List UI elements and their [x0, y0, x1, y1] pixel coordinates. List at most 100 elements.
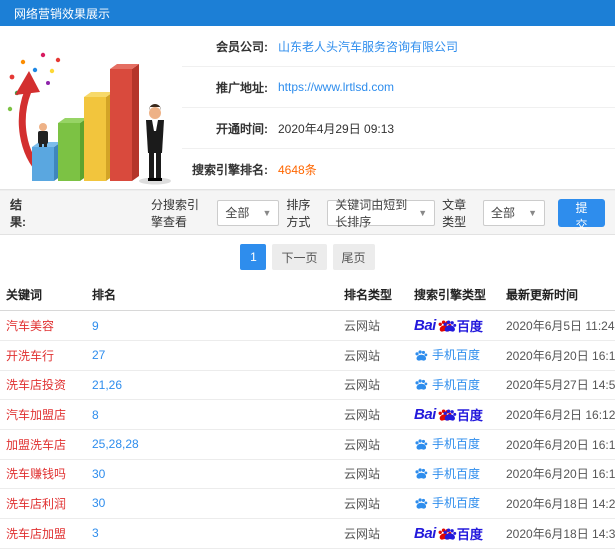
company-link[interactable]: 山东老人头汽车服务咨询有限公司: [278, 38, 458, 55]
table-row: 洗车赚钱吗 30 云网站 手机百度 2020年6月20日 16:12: [0, 459, 615, 489]
baidu-logo-cn: 百度: [456, 408, 483, 423]
company-label: 会员公司:: [216, 39, 268, 54]
table-row: 开洗车行 27 云网站 手机百度 2020年6月20日 16:16: [0, 340, 615, 371]
rank-link[interactable]: 9: [92, 319, 99, 333]
baidu-logo: Bai 百度: [414, 405, 483, 424]
engine-select[interactable]: 全部 ▼: [217, 199, 280, 226]
paw-icon: [415, 379, 428, 390]
paw-icon: [415, 349, 428, 361]
info-row-open-time: 开通时间: 2020年4月29日 09:13: [182, 108, 615, 149]
engine-cell: 手机百度: [408, 459, 500, 489]
updated-cell: 2020年6月2日 16:12: [500, 399, 615, 430]
article-type-label: 文章类型: [442, 197, 467, 229]
table-row: 汽车加盟店 8 云网站 Bai 百度 2020年6月2日 16:12: [0, 399, 615, 430]
rank-cell: 21,26: [86, 370, 338, 400]
engine-cell: Bai 百度: [408, 399, 500, 430]
chevron-down-icon: ▼: [418, 207, 428, 218]
mobile-baidu-label: 手机百度: [414, 376, 480, 393]
info-row-rank-count: 搜索引擎排名: 4648条: [182, 149, 615, 189]
updated-cell: 2020年6月20日 16:11: [500, 429, 615, 460]
table-row: 汽车美容 9 云网站 Bai 百度 2020年6月5日 11:24: [0, 310, 615, 341]
mobile-baidu-label: 手机百度: [414, 494, 480, 511]
chevron-down-icon: ▼: [262, 207, 272, 218]
promo-url-link[interactable]: https://www.lrtlsd.com: [278, 80, 394, 94]
member-info: 会员公司: 山东老人头汽车服务咨询有限公司 推广地址: https://www.…: [182, 26, 615, 189]
paw-icon: [443, 320, 457, 332]
last-page-button[interactable]: 尾页: [332, 244, 375, 270]
rank-link[interactable]: 8: [92, 408, 99, 422]
engine-filter-label: 分搜索引擎查看: [151, 197, 200, 229]
mobile-baidu-label: 手机百度: [414, 435, 480, 452]
paw-icon: [415, 497, 428, 509]
rank-link[interactable]: 3: [92, 526, 99, 540]
keyword-cell: 汽车加盟店: [0, 399, 86, 430]
engine-cell: 手机百度: [408, 429, 500, 460]
keyword-cell: 开洗车行: [0, 340, 86, 371]
engine-select-value: 全部: [225, 206, 250, 220]
engine-cell: Bai 百度: [408, 310, 500, 341]
table-body: 汽车美容 9 云网站 Bai 百度 2020年6月5日 11:24 开洗车行 27 云网站 手机百…: [0, 310, 615, 549]
rank-cell: 30: [86, 488, 338, 519]
keyword-cell: 洗车店利润: [0, 488, 86, 519]
table-row: 洗车店加盟 3 云网站 Bai 百度 2020年6月18日 14:30: [0, 518, 615, 549]
open-time-label: 开通时间:: [216, 121, 268, 136]
rank-link[interactable]: 25,28,28: [92, 437, 139, 451]
rank-type-cell: 云网站: [338, 340, 408, 371]
header-rank-type: 排名类型: [338, 279, 408, 311]
filter-bar: 结果: 分搜索引擎查看 全部 ▼ 排序方式 关键词由短到长排序 ▼ 文章类型 全…: [0, 190, 615, 235]
table-header-row: 关键词 排名 排名类型 搜索引擎类型 最新更新时间: [0, 279, 615, 311]
promo-url-label: 推广地址:: [216, 80, 268, 95]
header-updated: 最新更新时间: [500, 279, 615, 311]
article-type-select[interactable]: 全部 ▼: [483, 199, 546, 226]
baidu-logo-cn: 百度: [456, 526, 483, 542]
rank-cell: 30: [86, 459, 338, 489]
updated-cell: 2020年6月18日 14:27: [500, 488, 615, 519]
rank-link[interactable]: 30: [92, 467, 105, 481]
rank-type-cell: 云网站: [338, 488, 408, 519]
info-row-company: 会员公司: 山东老人头汽车服务咨询有限公司: [182, 26, 615, 67]
baidu-paw-icon: [437, 406, 457, 423]
updated-cell: 2020年5月27日 14:58: [500, 370, 615, 400]
rank-cell: 8: [86, 399, 338, 430]
filter-controls: 分搜索引擎查看 全部 ▼ 排序方式 关键词由短到长排序 ▼ 文章类型 全部 ▼ …: [151, 196, 606, 232]
submit-button[interactable]: 提交: [558, 198, 606, 232]
rank-cell: 3: [86, 518, 338, 549]
mobile-baidu-text: 手机百度: [432, 437, 481, 451]
baidu-logo: Bai 百度: [414, 524, 483, 543]
page-number-current[interactable]: 1: [240, 244, 267, 270]
rank-count-label: 搜索引擎排名:: [192, 162, 268, 177]
rank-type-cell: 云网站: [338, 310, 408, 341]
engine-cell: 手机百度: [408, 340, 500, 371]
table-row: 洗车店利润 30 云网站 手机百度 2020年6月18日 14:27: [0, 488, 615, 519]
rank-link[interactable]: 27: [92, 348, 105, 362]
keyword-cell: 汽车美容: [0, 310, 86, 341]
rank-type-cell: 云网站: [338, 518, 408, 549]
app-header: 网络营销效果展示: [0, 0, 615, 26]
paw-icon: [415, 468, 428, 479]
keyword-cell: 加盟洗车店: [0, 429, 86, 460]
info-section: 会员公司: 山东老人头汽车服务咨询有限公司 推广地址: https://www.…: [0, 26, 615, 190]
table-row: 洗车店投资 21,26 云网站 手机百度 2020年5月27日 14:58: [0, 370, 615, 400]
rank-count-value: 4648条: [278, 162, 317, 177]
rank-cell: 27: [86, 340, 338, 371]
baidu-logo-text: Bai: [414, 524, 436, 542]
updated-cell: 2020年6月20日 16:12: [500, 459, 615, 489]
mobile-baidu-text: 手机百度: [432, 377, 481, 392]
sort-select-value: 关键词由短到长排序: [335, 197, 408, 229]
baidu-logo-cn: 百度: [456, 319, 483, 334]
header-engine-type: 搜索引擎类型: [408, 279, 500, 311]
rank-link[interactable]: 30: [92, 496, 105, 510]
engine-cell: 手机百度: [408, 370, 500, 400]
table-row: 加盟洗车店 25,28,28 云网站 手机百度 2020年6月20日 16:11: [0, 429, 615, 460]
keyword-cell: 洗车店加盟: [0, 518, 86, 549]
mobile-baidu-label: 手机百度: [414, 346, 480, 363]
sort-select[interactable]: 关键词由短到长排序 ▼: [327, 198, 436, 229]
info-row-url: 推广地址: https://www.lrtlsd.com: [182, 67, 615, 108]
ranking-table: 关键词 排名 排名类型 搜索引擎类型 最新更新时间 汽车美容 9 云网站 Bai 百度 2…: [0, 279, 615, 549]
chevron-down-icon: ▼: [528, 207, 538, 218]
rank-link[interactable]: 21,26: [92, 378, 122, 392]
next-page-button[interactable]: 下一页: [272, 244, 327, 270]
engine-cell: Bai 百度: [408, 518, 500, 549]
engine-cell: 手机百度: [408, 488, 500, 519]
header-keyword: 关键词: [0, 279, 86, 311]
